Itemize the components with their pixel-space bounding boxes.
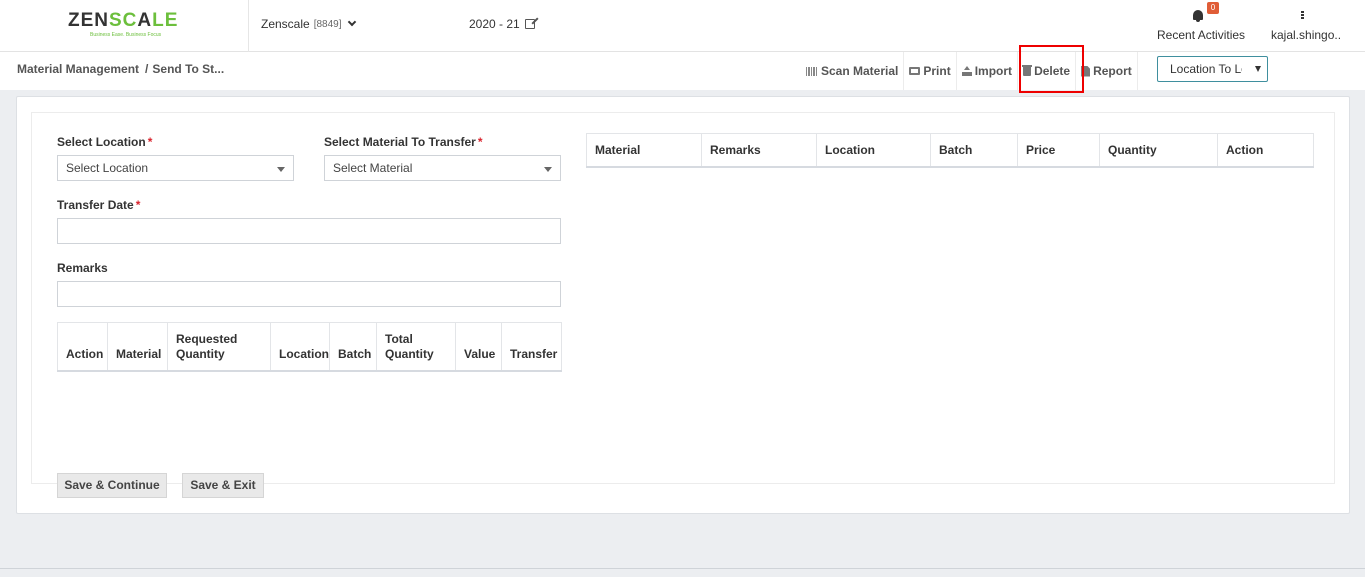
upload-icon [961,66,972,76]
financial-year-label: 2020 - 21 [469,17,520,31]
recent-activities[interactable]: 0 Recent Activities [1157,2,1246,44]
company-name: Zenscale [261,17,310,31]
toolbar: Scan Material Print Import Delete Report [800,52,1138,90]
financial-year[interactable]: 2020 - 21 [469,17,535,31]
column-header: Location [816,133,931,168]
import-button[interactable]: Import [957,52,1019,90]
column-header: Quantity [1099,133,1218,168]
notification-badge: 0 [1207,2,1219,14]
column-header: Requested Quantity [167,322,271,372]
company-selector[interactable]: Zenscale [8849] [261,17,356,31]
user-name: kajal.shingo.. [1271,28,1342,42]
caret-down-icon [277,167,285,172]
printer-icon [909,67,921,75]
breadcrumb-current: Send To St... [152,62,225,76]
transfer-type-select[interactable]: Location To Location [1157,56,1268,82]
scan-material-button[interactable]: Scan Material [800,52,905,90]
user-menu[interactable]: kajal.shingo.. [1270,4,1342,44]
column-header: Transfer [501,322,562,372]
file-icon [1081,65,1091,77]
print-button[interactable]: Print [904,52,957,90]
caret-down-icon [1255,66,1261,72]
trash-icon [1022,65,1033,76]
report-button[interactable]: Report [1076,52,1138,90]
more-vertical-icon [1301,11,1304,21]
column-header: Material [586,133,702,168]
column-header: Value [455,322,502,372]
column-header: Location [270,322,330,372]
company-code: [8849] [313,18,342,30]
page-bottom-divider [0,568,1365,569]
column-header: Batch [329,322,377,372]
bell-icon [1193,10,1203,22]
select-location-label: Select Location * [57,135,153,149]
save-continue-button[interactable]: Save & Continue [57,473,167,498]
column-header: Material [107,322,168,372]
logo-tagline: Business Ease. Business Focus [90,32,162,38]
column-header: Action [57,322,108,372]
transfer-table-header: Action Material Requested Quantity Locat… [57,322,562,372]
material-table-header: Material Remarks Location Batch Price Qu… [586,133,1314,168]
barcode-icon [806,66,818,76]
delete-button[interactable]: Delete [1018,52,1077,90]
column-header: Batch [930,133,1018,168]
zenscale-logo[interactable]: ZENSCALE Business Ease. Business Focus [68,10,180,38]
breadcrumb-separator: / [145,62,149,76]
select-material-dropdown[interactable]: Select Material [324,155,561,181]
edit-icon[interactable] [524,19,535,29]
column-header: Action [1217,133,1314,168]
header-divider [248,0,249,52]
select-location-dropdown[interactable]: Select Location [57,155,294,181]
column-header: Remarks [701,133,817,168]
transfer-date-input[interactable] [57,218,561,244]
chevron-down-icon [347,17,356,27]
top-header: ZENSCALE Business Ease. Business Focus Z… [0,0,1365,52]
recent-activities-label: Recent Activities [1157,28,1246,42]
column-header: Price [1017,133,1100,168]
material-table: Material Remarks Location Batch Price Qu… [586,133,1314,168]
breadcrumb: Material Management / Send To St... [17,62,224,76]
save-exit-button[interactable]: Save & Exit [182,473,264,498]
transfer-date-label: Transfer Date * [57,198,141,212]
caret-down-icon [544,167,552,172]
remarks-input[interactable] [57,281,561,307]
breadcrumb-root[interactable]: Material Management [17,62,139,76]
column-header: Total Quantity [376,322,456,372]
remarks-label: Remarks [57,261,108,275]
transfer-items-table: Action Material Requested Quantity Locat… [57,322,562,372]
select-material-label: Select Material To Transfer * [324,135,483,149]
